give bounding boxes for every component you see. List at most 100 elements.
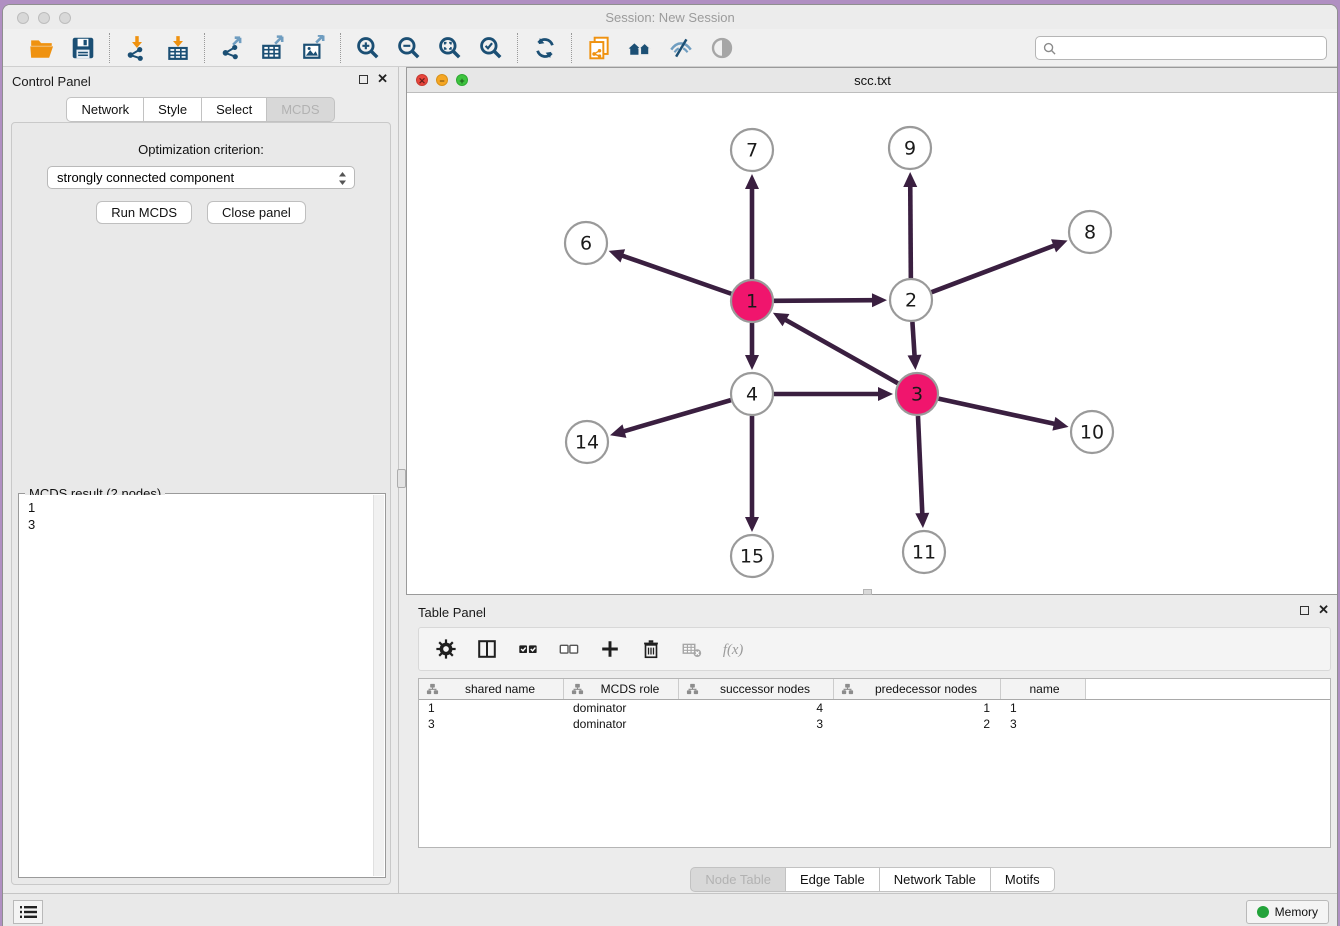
- run-mcds-button[interactable]: Run MCDS: [96, 201, 192, 224]
- column-header-shared-name[interactable]: shared name: [419, 679, 564, 699]
- gear-button[interactable]: [434, 637, 458, 661]
- mcds-result-list[interactable]: 13: [20, 495, 373, 876]
- graph-edge-3-1[interactable]: [773, 313, 898, 383]
- graph-node-7[interactable]: 7: [731, 129, 773, 171]
- mcds-result-item: 1: [28, 499, 373, 516]
- app-titlebar: Session: New Session: [3, 5, 1337, 29]
- add-button[interactable]: [598, 637, 622, 661]
- graph-node-8[interactable]: 8: [1069, 211, 1111, 253]
- graph-node-14[interactable]: 14: [566, 421, 608, 463]
- open-folder-button[interactable]: [28, 34, 55, 61]
- graph-node-11[interactable]: 11: [903, 531, 945, 573]
- column-header-name[interactable]: name: [1001, 679, 1086, 699]
- graph-edge-3-11[interactable]: [915, 416, 929, 528]
- save-button[interactable]: [69, 34, 96, 61]
- zoom-out-button[interactable]: [395, 34, 422, 61]
- graph-edge-4-15[interactable]: [745, 416, 759, 532]
- column-header-predecessor-nodes[interactable]: predecessor nodes: [834, 679, 1001, 699]
- graph-node-6[interactable]: 6: [565, 222, 607, 264]
- zoom-in-button[interactable]: [354, 34, 381, 61]
- graph-edge-4-14[interactable]: [610, 400, 731, 438]
- sort-tree-icon: [686, 683, 699, 696]
- graph-edge-4-3[interactable]: [774, 387, 893, 401]
- export-image-button[interactable]: [300, 34, 327, 61]
- column-header-successor-nodes[interactable]: successor nodes: [679, 679, 834, 699]
- tab-mcds[interactable]: MCDS: [267, 97, 334, 122]
- sort-tree-icon: [426, 683, 439, 696]
- graph-node-10[interactable]: 10: [1071, 411, 1113, 453]
- graph-node-1[interactable]: 1: [731, 280, 773, 322]
- export-image-icon: [301, 35, 327, 61]
- graph-edge-2-3[interactable]: [908, 322, 922, 370]
- app-window: Session: New Session Control Panel ✕: [2, 4, 1338, 926]
- graph-edge-3-10[interactable]: [938, 399, 1068, 431]
- export-network-button[interactable]: [218, 34, 245, 61]
- show-all-button[interactable]: [708, 34, 735, 61]
- graph-edge-1-7[interactable]: [745, 174, 759, 279]
- tab-network[interactable]: Network: [66, 97, 144, 122]
- table-row[interactable]: 3dominator323: [419, 716, 1330, 732]
- column-header-MCDS-role[interactable]: MCDS role: [564, 679, 679, 699]
- export-table-button[interactable]: [259, 34, 286, 61]
- mcds-result-group: MCDS result (2 nodes) 13: [18, 493, 386, 878]
- graph-node-3[interactable]: 3: [896, 373, 938, 415]
- search-box[interactable]: [1035, 36, 1327, 60]
- close-panel-button[interactable]: Close panel: [207, 201, 306, 224]
- table-row[interactable]: 1dominator411: [419, 700, 1330, 716]
- table-toolbar: f(x): [418, 627, 1331, 671]
- select-all-button[interactable]: [516, 637, 540, 661]
- graph-node-4[interactable]: 4: [731, 373, 773, 415]
- show-all-icon: [709, 35, 735, 61]
- refresh-button[interactable]: [531, 34, 558, 61]
- tab-edge-table[interactable]: Edge Table: [786, 867, 880, 892]
- table-close-panel-icon[interactable]: ✕: [1318, 604, 1329, 616]
- clone-network-button[interactable]: [585, 34, 612, 61]
- zoom-in-icon: [355, 35, 381, 61]
- horizontal-splitter-handle[interactable]: [863, 589, 872, 595]
- first-neighbors-button[interactable]: [626, 34, 653, 61]
- result-scrollbar[interactable]: [373, 495, 384, 876]
- tab-select[interactable]: Select: [202, 97, 267, 122]
- import-network-button[interactable]: [123, 34, 150, 61]
- vertical-splitter-handle[interactable]: [397, 469, 406, 488]
- graph-edge-2-9[interactable]: [903, 172, 917, 278]
- svg-text:11: 11: [912, 542, 936, 564]
- cell-MCDS-role: dominator: [564, 701, 679, 715]
- svg-text:10: 10: [1080, 422, 1104, 444]
- graph-edge-1-6[interactable]: [609, 249, 732, 293]
- hide-selected-button[interactable]: [667, 34, 694, 61]
- table-float-panel-icon[interactable]: [1300, 606, 1309, 615]
- graph-edge-2-8[interactable]: [932, 239, 1068, 292]
- float-panel-icon[interactable]: [359, 75, 368, 84]
- cell-name: 3: [1001, 717, 1086, 731]
- toolbar-icon-groups: [15, 29, 748, 66]
- node-table: shared nameMCDS rolesuccessor nodesprede…: [418, 678, 1331, 848]
- tab-style[interactable]: Style: [144, 97, 202, 122]
- import-table-button[interactable]: [164, 34, 191, 61]
- trash-button[interactable]: [639, 637, 663, 661]
- close-panel-icon[interactable]: ✕: [377, 73, 388, 85]
- zoom-selected-button[interactable]: [477, 34, 504, 61]
- svg-text:4: 4: [746, 384, 758, 406]
- split-panel-button[interactable]: [475, 637, 499, 661]
- window-title: Session: New Session: [3, 10, 1337, 25]
- tab-node-table[interactable]: Node Table: [690, 867, 786, 892]
- control-panel-header: Control Panel ✕: [3, 67, 398, 95]
- tab-network-table[interactable]: Network Table: [880, 867, 991, 892]
- optimization-criterion-select[interactable]: strongly connected component: [47, 166, 355, 189]
- memory-button[interactable]: Memory: [1246, 900, 1329, 924]
- deselect-all-button[interactable]: [557, 637, 581, 661]
- tab-motifs[interactable]: Motifs: [991, 867, 1055, 892]
- zoom-fit-button[interactable]: [436, 34, 463, 61]
- graph-node-15[interactable]: 15: [731, 535, 773, 577]
- graph-node-2[interactable]: 2: [890, 279, 932, 321]
- status-bar: Memory: [3, 893, 1337, 926]
- task-history-button[interactable]: [13, 900, 43, 924]
- graph-node-9[interactable]: 9: [889, 127, 931, 169]
- graph-edge-1-2[interactable]: [774, 293, 887, 307]
- table-header-row: shared nameMCDS rolesuccessor nodesprede…: [419, 679, 1330, 700]
- main-area: Control Panel ✕ NetworkStyleSelectMCDS O…: [3, 67, 1337, 893]
- search-input[interactable]: [1056, 38, 1326, 58]
- network-canvas[interactable]: 7 9 6 8 1 2 4 3 14 10 15 11: [407, 93, 1338, 594]
- graph-edge-1-4[interactable]: [745, 323, 759, 370]
